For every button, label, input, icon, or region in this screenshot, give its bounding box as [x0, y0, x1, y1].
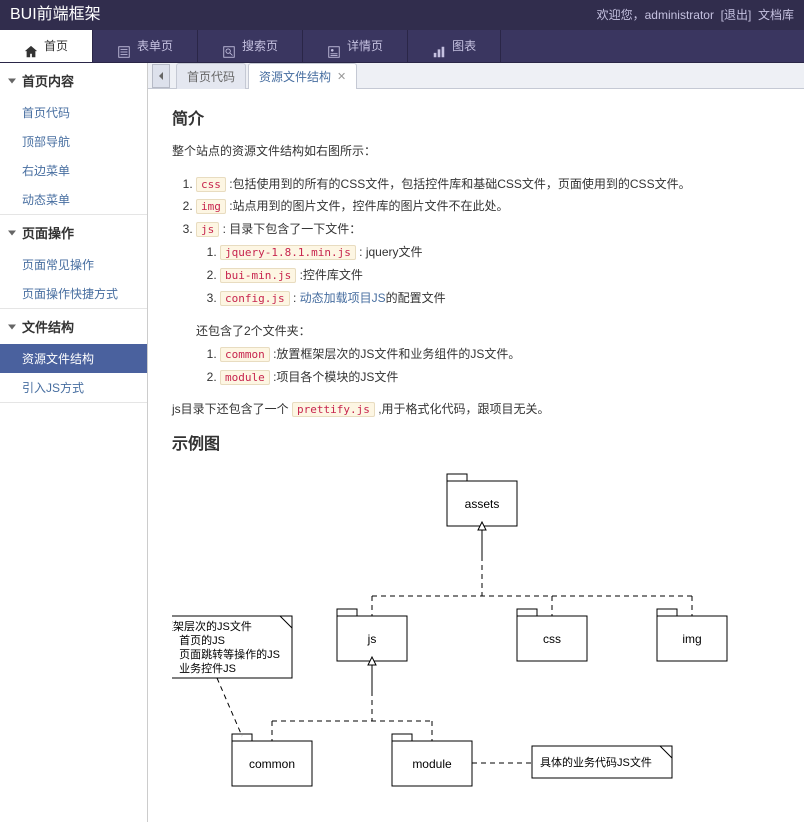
note-right: 具体的业务代码JS文件 — [532, 746, 672, 778]
nav-label: 表单页 — [137, 30, 173, 63]
svg-text:框架层次的JS文件: 框架层次的JS文件 — [172, 619, 252, 633]
sidebar-item[interactable]: 首页代码 — [0, 98, 147, 127]
code-tag: img — [196, 199, 226, 214]
file-list: css :包括使用到的所有的CSS文件，包括控件库和基础CSS文件，页面使用到的… — [196, 173, 780, 389]
form-icon — [117, 39, 131, 53]
logout-link[interactable]: [退出] — [721, 8, 752, 22]
nav-search[interactable]: 搜索页 — [198, 30, 303, 62]
folder-img: img — [657, 609, 727, 661]
search-icon — [222, 39, 236, 53]
svg-text:具体的业务代码JS文件: 具体的业务代码JS文件 — [540, 755, 652, 769]
folder-common: common — [232, 734, 312, 786]
list-item: bui-min.js :控件库文件 — [220, 264, 780, 287]
section-heading: 简介 — [172, 105, 780, 129]
code-tag: jquery-1.8.1.min.js — [220, 245, 356, 260]
tab-label: 资源文件结构 — [259, 68, 331, 85]
svg-text:2）页面跳转等操作的JS: 2）页面跳转等操作的JS — [172, 647, 280, 661]
folder-js: js — [337, 609, 407, 661]
side-group-title[interactable]: 文件结构 — [0, 309, 147, 344]
chart-icon — [432, 39, 446, 53]
code-tag: css — [196, 177, 226, 192]
svg-text:module: module — [412, 757, 452, 771]
code-tag: bui-min.js — [220, 268, 296, 283]
welcome-text: 欢迎您， — [597, 8, 645, 22]
sidebar: 首页内容 首页代码 顶部导航 右边菜单 动态菜单 页面操作 页面常见操作 页面操… — [0, 63, 148, 822]
tab-label: 首页代码 — [187, 68, 235, 85]
list-item: config.js : 动态加载项目JS的配置文件 — [220, 287, 780, 310]
nav-label: 搜索页 — [242, 30, 278, 63]
config-link[interactable]: 动态加载项目JS — [300, 291, 386, 305]
svg-text:1）首页的JS: 1）首页的JS — [172, 633, 225, 647]
nav-detail[interactable]: 详情页 — [303, 30, 408, 62]
side-group: 页面操作 页面常见操作 页面操作快捷方式 — [0, 215, 147, 309]
code-tag: prettify.js — [292, 402, 375, 417]
nav-form[interactable]: 表单页 — [93, 30, 198, 62]
svg-text:img: img — [682, 632, 701, 646]
sidebar-item-active[interactable]: 资源文件结构 — [0, 344, 147, 373]
svg-text:js: js — [367, 632, 377, 646]
svg-text:3）业务控件JS: 3）业务控件JS — [172, 661, 236, 675]
sidebar-item[interactable]: 动态菜单 — [0, 185, 147, 214]
code-tag: config.js — [220, 291, 290, 306]
folder-css: css — [517, 609, 587, 661]
svg-text:assets: assets — [465, 497, 500, 511]
code-tag: js — [196, 222, 219, 237]
content: 简介 整个站点的资源文件结构如右图所示： css :包括使用到的所有的CSS文件… — [148, 89, 804, 822]
list-item: common :放置框架层次的JS文件和业务组件的JS文件。 — [220, 343, 780, 366]
side-group-title[interactable]: 页面操作 — [0, 215, 147, 250]
code-tag: module — [220, 370, 270, 385]
folder-sublist: common :放置框架层次的JS文件和业务组件的JS文件。 module :项… — [220, 343, 780, 389]
list-item: css :包括使用到的所有的CSS文件，包括控件库和基础CSS文件，页面使用到的… — [196, 173, 780, 196]
sidebar-item[interactable]: 页面常见操作 — [0, 250, 147, 279]
list-item: js : 目录下包含了一下文件： jquery-1.8.1.min.js : j… — [196, 218, 780, 388]
intro-text: 整个站点的资源文件结构如右图所示： — [172, 141, 780, 163]
nav-home[interactable]: 首页 — [0, 30, 93, 62]
close-icon[interactable]: ✕ — [337, 70, 346, 83]
sidebar-item[interactable]: 右边菜单 — [0, 156, 147, 185]
folder-module: module — [392, 734, 472, 786]
note-left: 框架层次的JS文件 1）首页的JS 2）页面跳转等操作的JS 3）业务控件JS — [172, 616, 292, 678]
username: administrator — [645, 8, 714, 22]
sub-intro: 还包含了2个文件夹： — [196, 324, 311, 338]
svg-text:css: css — [543, 632, 561, 646]
navbar: 首页 表单页 搜索页 详情页 图表 — [0, 30, 804, 63]
app-title: BUI前端框架 — [10, 0, 101, 30]
list-item: jquery-1.8.1.min.js : jquery文件 — [220, 241, 780, 264]
section-heading: 示例图 — [172, 430, 780, 454]
user-area: 欢迎您，administrator [退出] 文档库 — [597, 0, 794, 30]
sidebar-item[interactable]: 引入JS方式 — [0, 373, 147, 402]
list-item: img :站点用到的图片文件，控件库的图片文件不在此处。 — [196, 195, 780, 218]
nav-label: 首页 — [44, 30, 68, 63]
note: js目录下还包含了一个 prettify.js ,用于格式化代码，跟项目无关。 — [172, 399, 780, 421]
side-group: 文件结构 资源文件结构 引入JS方式 — [0, 309, 147, 403]
sidebar-item[interactable]: 页面操作快捷方式 — [0, 279, 147, 308]
nav-chart[interactable]: 图表 — [408, 30, 501, 62]
code-tag: common — [220, 347, 270, 362]
svg-text:common: common — [249, 757, 295, 771]
tab-scroll-left[interactable] — [152, 64, 170, 88]
list-item: module :项目各个模块的JS文件 — [220, 366, 780, 389]
tab[interactable]: 首页代码 — [176, 63, 246, 89]
side-group: 首页内容 首页代码 顶部导航 右边菜单 动态菜单 — [0, 63, 147, 215]
home-icon — [24, 39, 38, 53]
nav-label: 图表 — [452, 30, 476, 63]
detail-icon — [327, 39, 341, 53]
doclib-link[interactable]: 文档库 — [758, 8, 794, 22]
file-sublist: jquery-1.8.1.min.js : jquery文件 bui-min.j… — [220, 241, 780, 310]
diagram: assets js — [172, 466, 780, 822]
main: 首页内容 首页代码 顶部导航 右边菜单 动态菜单 页面操作 页面常见操作 页面操… — [0, 63, 804, 822]
folder-assets: assets — [447, 474, 517, 526]
tab-active[interactable]: 资源文件结构 ✕ — [248, 63, 357, 89]
side-group-title[interactable]: 首页内容 — [0, 63, 147, 98]
header: BUI前端框架 欢迎您，administrator [退出] 文档库 — [0, 0, 804, 30]
folder-diagram-svg: assets js — [172, 466, 792, 822]
nav-label: 详情页 — [347, 30, 383, 63]
content-area: 首页代码 资源文件结构 ✕ 简介 整个站点的资源文件结构如右图所示： css :… — [148, 63, 804, 822]
sidebar-item[interactable]: 顶部导航 — [0, 127, 147, 156]
tab-bar: 首页代码 资源文件结构 ✕ — [148, 63, 804, 89]
